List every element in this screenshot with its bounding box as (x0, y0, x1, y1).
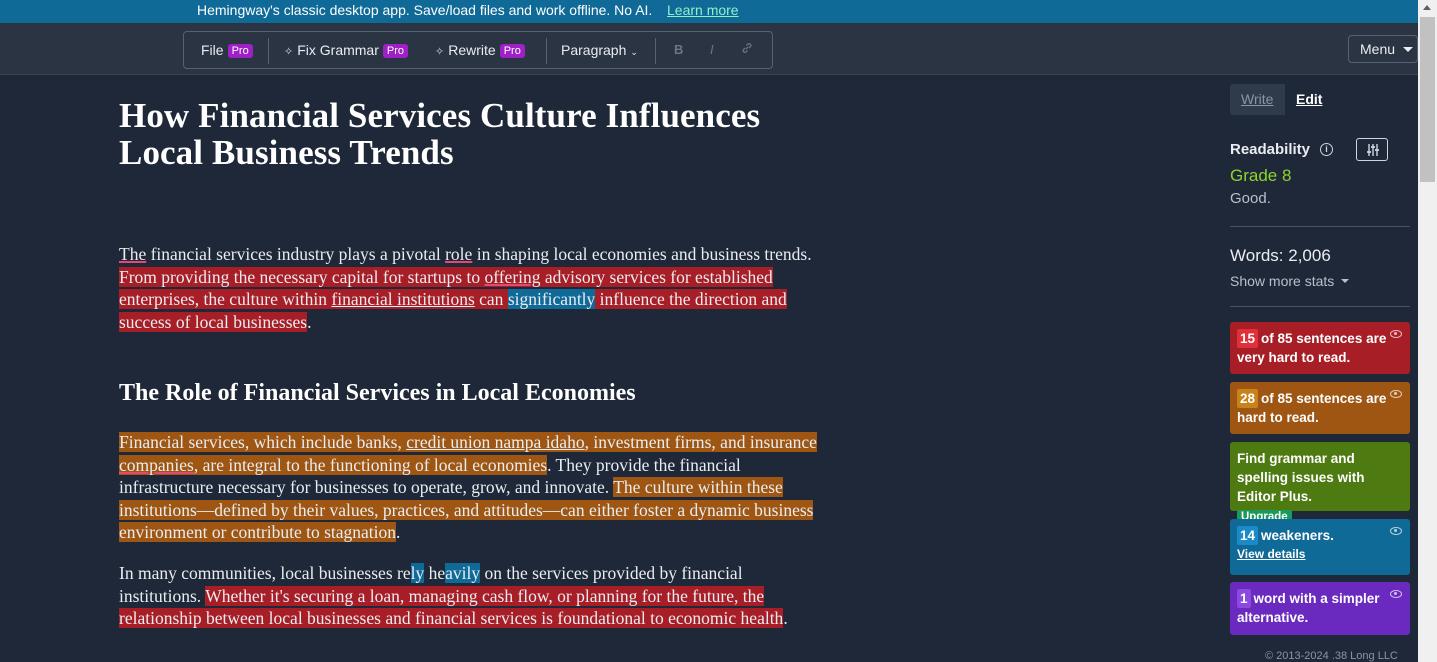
readability-label: Readability (1230, 141, 1311, 158)
caret-down-icon (1341, 279, 1350, 283)
divider (1230, 306, 1410, 307)
grammar-upsell-card[interactable]: Find grammar and spelling issues with Ed… (1230, 442, 1410, 525)
word-count: Words: 2,006 (1230, 246, 1331, 265)
fix-grammar-label: Fix Grammar (297, 42, 379, 58)
section-heading[interactable]: The Role of Financial Services in Local … (119, 380, 636, 407)
text-span: In many communities, local businesses re (119, 563, 411, 583)
file-label: File (201, 42, 224, 58)
very-hard-count: 15 (1237, 329, 1259, 348)
write-tab[interactable]: Write (1230, 84, 1285, 115)
sparkle-icon: ✧ (435, 46, 445, 58)
text-span: he (424, 563, 446, 583)
weakeners-text: weakeners. (1261, 528, 1334, 543)
very-hard-sentence[interactable]: Whether it's securing a loan, managing c… (119, 585, 784, 629)
weakeners-card[interactable]: 14 weakeners. View details (1230, 519, 1410, 575)
grammar-upsell-text: Find grammar and spelling issues with Ed… (1237, 451, 1365, 504)
view-details-link[interactable]: View details (1237, 545, 1403, 564)
eye-icon[interactable] (1390, 390, 1402, 398)
article-title-block: How Financial Services Culture Influence… (119, 97, 819, 171)
show-more-stats-label: Show more stats (1230, 273, 1335, 289)
sparkle-icon: ✧ (284, 46, 294, 58)
toolbar-divider (655, 38, 656, 64)
simpler-text: word with a simpler alternative. (1237, 591, 1380, 625)
italic-button[interactable]: I (710, 42, 714, 57)
copyright-footer: © 2013-2024 .38 Long LLC (1265, 650, 1398, 662)
eye-icon[interactable] (1390, 590, 1402, 598)
paragraph-role[interactable]: Financial services, which include banks,… (119, 431, 819, 544)
hard-text: of 85 sentences are hard to read. (1237, 391, 1387, 425)
banner-message: Hemingway's classic desktop app. Save/lo… (197, 2, 653, 18)
pro-badge: Pro (499, 44, 525, 58)
grade-description: Good. (1230, 190, 1271, 207)
text-span: . (783, 608, 788, 629)
spelling-flag[interactable]: offering (484, 267, 540, 287)
text-span: can (474, 289, 508, 310)
editor-toolbar: File Pro ✧ Fix Grammar Pro ✧ Rewrite Pro Para… (183, 31, 773, 69)
rewrite-button[interactable]: ✧ Rewrite Pro (435, 42, 525, 58)
learn-more-link[interactable]: Learn more (667, 2, 739, 18)
spelling-flag[interactable]: companies (119, 455, 194, 475)
chevron-down-icon: ⌄ (630, 47, 638, 57)
underlined-phrase[interactable]: financial institutions (331, 289, 474, 309)
eye-icon[interactable] (1390, 330, 1402, 338)
toolbar-divider (546, 38, 547, 64)
hard-count: 28 (1237, 389, 1259, 408)
sliders-icon (1367, 144, 1379, 156)
caret-down-icon (1403, 47, 1413, 52)
pro-badge: Pro (382, 44, 409, 58)
paragraph-dropdown[interactable]: Paragraph ⌄ (561, 42, 638, 58)
scroll-up-arrow-icon[interactable] (1423, 5, 1431, 10)
edit-tab[interactable]: Edit (1285, 84, 1334, 115)
text-span: From providing the necessary capital for… (119, 266, 485, 287)
spelling-flag[interactable]: The (119, 244, 146, 264)
paragraph-label: Paragraph (561, 42, 627, 58)
text-span: financial services industry plays a pivo… (146, 244, 446, 264)
text-span: . (396, 522, 401, 543)
text-span: . (307, 311, 312, 332)
toolbar-divider (268, 38, 269, 64)
scrollbar[interactable] (1418, 0, 1437, 662)
menu-label: Menu (1360, 41, 1396, 57)
weakeners-count: 14 (1237, 526, 1259, 545)
paragraph-reliance[interactable]: In many communities, local businesses re… (119, 562, 819, 630)
adverb-highlight[interactable]: ly (410, 563, 425, 583)
spelling-flag[interactable]: role (445, 244, 472, 264)
divider (1230, 226, 1410, 227)
mode-toggle: Write Edit (1230, 84, 1334, 115)
text-span: , are integral to the functioning of loc… (193, 454, 548, 475)
paragraph-intro[interactable]: The financial services industry plays a … (119, 243, 819, 333)
rewrite-label: Rewrite (448, 42, 496, 58)
text-span: in shaping local economies and business … (472, 244, 812, 264)
very-hard-card[interactable]: 15 of 85 sentences are very hard to read. (1230, 322, 1410, 374)
eye-icon[interactable] (1390, 527, 1402, 535)
menu-button[interactable]: Menu (1348, 35, 1418, 63)
underlined-phrase[interactable]: credit union nampa idaho (406, 432, 584, 452)
scrollbar-thumb[interactable] (1420, 17, 1435, 182)
file-button[interactable]: File Pro (201, 42, 253, 58)
simpler-alternative-card[interactable]: 1 word with a simpler alternative. (1230, 582, 1410, 635)
text-span: , investment firms, and insurance (584, 432, 817, 452)
fix-grammar-button[interactable]: ✧ Fix Grammar Pro (284, 42, 409, 58)
bold-button[interactable]: B (674, 42, 683, 57)
grade-level: Grade 8 (1230, 166, 1292, 185)
text-span: Financial services, which include banks, (119, 432, 407, 452)
pro-badge: Pro (227, 44, 253, 58)
adverb-highlight[interactable]: significantly (507, 289, 596, 310)
article-title[interactable]: How Financial Services Culture Influence… (119, 97, 819, 171)
toolbar-row: File Pro ✧ Fix Grammar Pro ✧ Rewrite Pro Para… (0, 23, 1418, 75)
readability-settings-button[interactable] (1356, 138, 1388, 161)
info-icon[interactable]: i (1320, 143, 1333, 156)
adverb-highlight[interactable]: avily (445, 563, 481, 583)
link-icon[interactable] (741, 42, 753, 57)
simpler-count: 1 (1237, 589, 1251, 608)
hard-card[interactable]: 28 of 85 sentences are hard to read. (1230, 382, 1410, 434)
show-more-stats[interactable]: Show more stats (1230, 273, 1350, 289)
very-hard-text: of 85 sentences are very hard to read. (1237, 331, 1387, 365)
announcement-banner: Hemingway's classic desktop app. Save/lo… (0, 0, 1418, 23)
